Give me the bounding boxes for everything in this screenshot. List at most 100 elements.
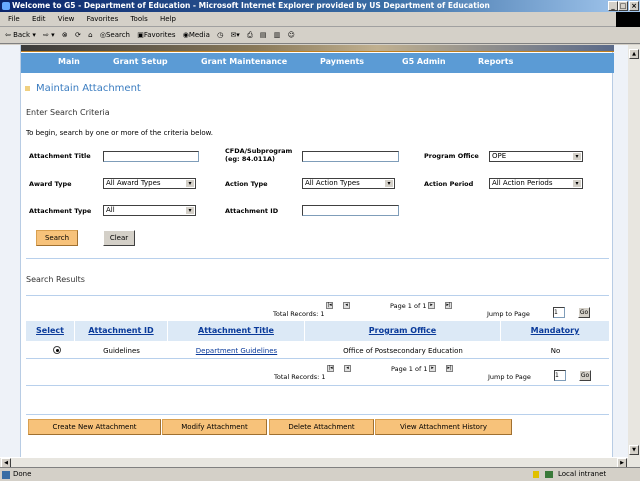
- last-page-icon[interactable]: ▸|: [445, 302, 452, 309]
- go-button[interactable]: Go: [579, 370, 591, 381]
- column-attachment-title[interactable]: Attachment Title: [168, 321, 305, 341]
- menu-bar: File Edit View Favorites Tools Help: [0, 12, 640, 27]
- program-office-select[interactable]: OPE: [489, 151, 583, 162]
- edit-icon[interactable]: ▤: [260, 31, 267, 39]
- first-page-icon[interactable]: |◂: [326, 302, 333, 309]
- ie-icon: [2, 2, 10, 10]
- next-page-icon[interactable]: ▸: [428, 302, 435, 309]
- horizontal-scrollbar[interactable]: ◀ ▶: [0, 457, 628, 468]
- cfda-input[interactable]: [302, 151, 399, 162]
- page-icon: [2, 471, 10, 479]
- menu-help[interactable]: Help: [160, 15, 176, 23]
- attachment-type-label: Attachment Type: [29, 207, 92, 215]
- attachment-title-input[interactable]: [103, 151, 199, 162]
- window-title: Welcome to G5 - Department of Education …: [12, 1, 490, 10]
- select-radio[interactable]: [53, 346, 61, 354]
- messenger-icon[interactable]: ☺: [288, 31, 295, 39]
- maximize-button[interactable]: □: [618, 1, 628, 11]
- modify-attachment-button[interactable]: Modify Attachment: [162, 419, 267, 435]
- search-button[interactable]: Search: [36, 230, 78, 246]
- menu-favorites[interactable]: Favorites: [87, 15, 119, 23]
- menu-file[interactable]: File: [8, 15, 20, 23]
- attachment-id-input[interactable]: [302, 205, 399, 216]
- total-records: Total Records: 1: [273, 310, 325, 318]
- next-page-icon[interactable]: ▸: [429, 365, 436, 372]
- vertical-scrollbar[interactable]: ▲ ▼: [628, 45, 640, 467]
- menu-view[interactable]: View: [58, 15, 75, 23]
- jump-to-page-label: Jump to Page: [487, 310, 530, 318]
- nav-grant-setup[interactable]: Grant Setup: [113, 53, 168, 70]
- prev-page-icon[interactable]: ◂: [344, 365, 351, 372]
- status-bar: Done Local intranet: [0, 467, 640, 480]
- column-mandatory[interactable]: Mandatory: [501, 321, 610, 341]
- results-table-header: Select Attachment ID Attachment Title Pr…: [26, 321, 610, 341]
- page-indicator: Page 1 of 1: [391, 365, 428, 373]
- nav-main[interactable]: Main: [58, 53, 80, 70]
- status-text: Done: [13, 470, 32, 478]
- stop-icon[interactable]: ⊗: [62, 31, 68, 39]
- cfda-label: CFDA/Subprogram: [225, 147, 293, 155]
- action-type-select[interactable]: All Action Types: [302, 178, 395, 189]
- view-attachment-history-button[interactable]: View Attachment History: [375, 419, 512, 435]
- menu-tools[interactable]: Tools: [130, 15, 147, 23]
- lock-icon: [533, 471, 539, 478]
- column-attachment-id[interactable]: Attachment ID: [75, 321, 168, 341]
- section-title: Enter Search Criteria: [26, 108, 110, 117]
- prev-page-icon[interactable]: ◂: [343, 302, 350, 309]
- jump-to-page-input[interactable]: 1: [554, 370, 566, 381]
- attachment-title-label: Attachment Title: [29, 152, 91, 160]
- security-zone: Local intranet: [558, 470, 607, 478]
- jump-to-page-label: Jump to Page: [488, 373, 531, 381]
- close-button[interactable]: ×: [629, 1, 639, 11]
- divider: [26, 414, 609, 415]
- home-icon[interactable]: ⌂: [88, 31, 92, 39]
- attachment-type-select[interactable]: All: [103, 205, 196, 216]
- nav-reports[interactable]: Reports: [478, 53, 513, 70]
- main-nav: Main Grant Setup Grant Maintenance Payme…: [21, 53, 614, 73]
- create-new-attachment-button[interactable]: Create New Attachment: [28, 419, 161, 435]
- divider: [26, 258, 609, 259]
- forward-button[interactable]: ⇨ ▾: [43, 31, 55, 39]
- windows-logo: [616, 12, 640, 27]
- column-select[interactable]: Select: [26, 321, 75, 341]
- go-button[interactable]: Go: [578, 307, 590, 318]
- print-icon[interactable]: ⎙: [247, 31, 253, 39]
- action-period-select[interactable]: All Action Periods: [489, 178, 583, 189]
- action-type-label: Action Type: [225, 180, 268, 188]
- refresh-icon[interactable]: ⟳: [75, 31, 81, 39]
- nav-payments[interactable]: Payments: [320, 53, 364, 70]
- jump-to-page-input[interactable]: 1: [553, 307, 565, 318]
- first-page-icon[interactable]: |◂: [327, 365, 334, 372]
- scroll-up-icon[interactable]: ▲: [629, 49, 639, 59]
- delete-attachment-button[interactable]: Delete Attachment: [269, 419, 374, 435]
- banner-image: [21, 45, 614, 52]
- attachment-title-link[interactable]: Department Guidelines: [168, 347, 305, 355]
- instructions: To begin, search by one or more of the c…: [26, 129, 213, 137]
- last-page-icon[interactable]: ▸|: [446, 365, 453, 372]
- page-indicator: Page 1 of 1: [390, 302, 427, 310]
- history-icon[interactable]: ◷: [217, 31, 223, 39]
- cell-attachment-id: Guidelines: [103, 347, 140, 355]
- results-heading: Search Results: [26, 275, 85, 284]
- award-type-label: Award Type: [29, 180, 72, 188]
- favorites-button[interactable]: ▣Favorites: [137, 31, 175, 39]
- intranet-icon: [545, 471, 553, 478]
- media-button[interactable]: ◉Media: [183, 31, 210, 39]
- window-title-bar: Welcome to G5 - Department of Education …: [0, 0, 640, 12]
- divider: [26, 385, 609, 386]
- minimize-button[interactable]: _: [608, 1, 618, 11]
- cell-mandatory: No: [550, 347, 561, 355]
- search-button[interactable]: ◎Search: [100, 31, 130, 39]
- scroll-down-icon[interactable]: ▼: [629, 445, 639, 455]
- nav-g5-admin[interactable]: G5 Admin: [402, 53, 446, 70]
- discuss-icon[interactable]: ▥: [274, 31, 281, 39]
- mail-icon[interactable]: ✉▾: [230, 31, 239, 39]
- nav-grant-maintenance[interactable]: Grant Maintenance: [201, 53, 287, 70]
- program-office-label: Program Office: [424, 152, 479, 160]
- clear-button[interactable]: Clear: [103, 230, 135, 246]
- back-button[interactable]: ⇦ Back ▾: [5, 31, 36, 39]
- award-type-select[interactable]: All Award Types: [103, 178, 196, 189]
- bullet-icon: [25, 86, 30, 91]
- menu-edit[interactable]: Edit: [32, 15, 46, 23]
- column-program-office[interactable]: Program Office: [305, 321, 501, 341]
